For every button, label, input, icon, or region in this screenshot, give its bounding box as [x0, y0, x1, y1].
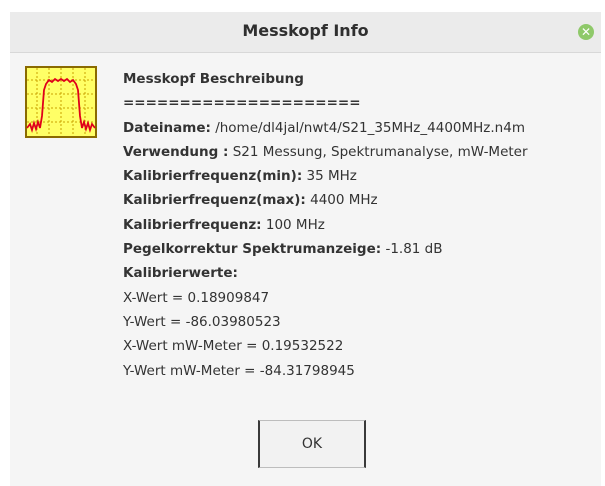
kal-min-label: Kalibrierfrequenz(min): [123, 168, 303, 185]
kal-max-label: Kalibrierfrequenz(max): [123, 192, 306, 209]
kal-row: Kalibrierfrequenz: 100 MHz [123, 213, 599, 237]
verwendung-value: S21 Messung, Spektrumanalyse, mW-Meter [228, 143, 528, 160]
close-icon[interactable]: ✕ [578, 24, 594, 40]
dateiname-row: Dateiname: /home/dl4jal/nwt4/S21_35MHz_4… [123, 116, 599, 140]
description-heading: Messkopf Beschreibung [123, 71, 304, 87]
verwendung-label: Verwendung : [123, 143, 229, 160]
messkopf-info-dialog: Messkopf Info ✕ Messkopf Beschreibung ==… [10, 12, 601, 486]
verwendung-row: Verwendung : S21 Messung, Spektrumanalys… [123, 140, 599, 164]
dialog-title: Messkopf Info [242, 21, 369, 40]
kal-value: 100 MHz [261, 216, 325, 233]
kal-max-value: 4400 MHz [305, 192, 378, 209]
kal-min-row: Kalibrierfrequenz(min): 35 MHz [123, 164, 599, 188]
kal-label: Kalibrierfrequenz: [123, 216, 262, 233]
title-bar[interactable]: Messkopf Info ✕ [10, 12, 601, 53]
dateiname-value: /home/dl4jal/nwt4/S21_35MHz_4400MHz.n4m [210, 119, 525, 136]
pegel-label: Pegelkorrektur Spektrumanzeige: [123, 241, 382, 258]
probe-frequency-response-icon [25, 66, 97, 138]
dateiname-label: Dateiname: [123, 119, 211, 136]
pegel-value: -1.81 dB [381, 241, 443, 258]
ok-button[interactable]: OK [258, 420, 366, 468]
pegel-row: Pegelkorrektur Spektrumanzeige: -1.81 dB [123, 237, 599, 261]
separator-line: ===================== [123, 95, 361, 112]
x-wert-mw: X-Wert mW-Meter = 0.19532522 [123, 338, 344, 355]
x-wert: X-Wert = 0.18909847 [123, 289, 270, 306]
kal-max-row: Kalibrierfrequenz(max): 4400 MHz [123, 188, 599, 212]
y-wert-mw: Y-Wert mW-Meter = -84.31798945 [123, 362, 355, 379]
kal-min-value: 35 MHz [302, 168, 357, 185]
y-wert: Y-Wert = -86.03980523 [123, 313, 281, 330]
probe-description: Messkopf Beschreibung ==================… [123, 67, 599, 383]
kalibrierwerte-label: Kalibrierwerte: [123, 265, 238, 282]
